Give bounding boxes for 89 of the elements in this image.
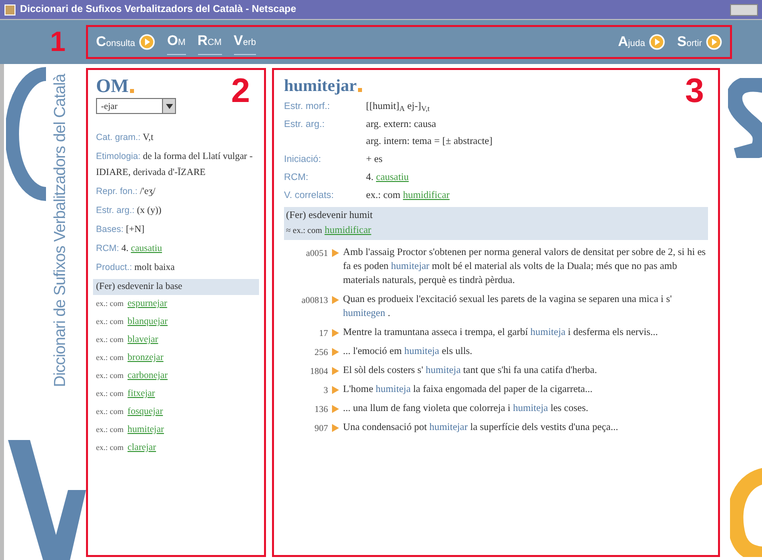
toolbar-button[interactable]: Sortir — [677, 30, 722, 54]
link[interactable]: humitejar — [128, 422, 164, 438]
vertical-title: Diccionari de Sufixos Verbalitzadors del Català — [52, 74, 70, 387]
field-value: [[humit]$_{A}$ ej-]$_{V,t}$ — [366, 100, 430, 114]
field-row-text: RCM: 4. causatiu — [96, 242, 164, 256]
window-title: Diccionari de Sufixos Verbalitzadors del Català - Netscape — [20, 3, 298, 17]
field-row-text: Etimologia: de la forma del Llatí vulgar -IDIARE, derivada d'-ĪZARE — [96, 150, 254, 180]
callout-number: 2 — [231, 74, 250, 108]
field-row-text: Estr. arg.: (x (y)) — [96, 204, 162, 218]
link[interactable]: blavejar — [128, 332, 158, 348]
triangle-bullet-icon — [332, 248, 339, 256]
callout-number: 3 — [685, 74, 704, 108]
field-value: + es — [366, 153, 382, 167]
field-label: Iniciació: — [284, 153, 322, 167]
link[interactable]: causatiu — [130, 244, 162, 254]
toolbar-tab[interactable]: Verb — [234, 29, 256, 55]
link[interactable]: humidificar — [324, 225, 372, 236]
sense-equivalent: ≈ ex.: com humidificar — [286, 224, 372, 238]
example-number: 1804 — [309, 364, 328, 378]
field-row-text: Bases: [+N] — [96, 223, 146, 237]
example-sentence: L'home humiteja la faixa engomada del paper de la cigarreta... — [343, 382, 592, 396]
dropdown-icon — [162, 99, 175, 113]
example-sentence: ... l'emoció em humiteja els ulls. — [343, 344, 472, 358]
link[interactable]: humidificar — [402, 190, 450, 201]
field-value: arg. extern: causa — [366, 118, 438, 132]
triangle-bullet-icon — [332, 404, 339, 412]
example-prefix: ex.: com — [96, 370, 124, 382]
example-number: 17 — [318, 326, 328, 340]
example-prefix: ex.: com — [96, 442, 124, 454]
example-prefix: ex.: com — [96, 424, 124, 436]
triangle-bullet-icon — [332, 386, 339, 394]
field-label: Estr. morf.: — [284, 100, 331, 114]
field-row-text: Product.: molt baixa — [96, 261, 176, 275]
example-sentence: El sòl dels costers s' humiteja tant que s'hi fa una catifa d'herba. — [343, 364, 597, 378]
toolbar-button[interactable]: Ajuda — [618, 30, 666, 54]
example-sentence: ... una llum de fang violeta que colorreja i humiteja les coses. — [343, 402, 588, 416]
bullet-icon — [358, 88, 362, 92]
window-controls[interactable] — [730, 4, 758, 16]
triangle-bullet-icon — [332, 366, 339, 374]
app-icon — [4, 4, 16, 16]
field-label: RCM: — [284, 171, 310, 185]
bullet-icon — [130, 89, 134, 93]
field-value: 4. causatiu — [366, 171, 409, 185]
link[interactable]: fitxejar — [128, 386, 155, 402]
link[interactable]: blanquejar — [128, 314, 168, 330]
link[interactable]: bronzejar — [128, 350, 164, 366]
example-prefix: ex.: com — [96, 406, 124, 418]
toolbar-tab[interactable]: RCM — [198, 29, 222, 55]
link[interactable]: carbonejar — [128, 368, 168, 384]
example-prefix: ex.: com — [96, 298, 124, 310]
example-number: 907 — [314, 422, 328, 434]
triangle-bullet-icon — [332, 424, 339, 432]
field-label: V. correlats: — [284, 189, 335, 203]
field-value: ex.: com humidificar — [366, 189, 450, 203]
link[interactable]: espurnejar — [128, 296, 168, 312]
example-sentence: Mentre la tramuntana asseca i trempa, el garbí humiteja i desferma els nervis... — [343, 326, 658, 340]
field-value: arg. intern: tema = [± abstracte] — [366, 135, 492, 149]
toolbar-tab[interactable]: OM — [167, 29, 186, 55]
toolbar-button[interactable]: Consulta — [96, 30, 156, 54]
example-number: 136 — [314, 402, 328, 416]
example-number: 256 — [314, 346, 328, 358]
callout-number: 1 — [50, 28, 67, 56]
link[interactable]: causatiu — [376, 172, 409, 183]
play-circle-icon — [139, 34, 156, 50]
example-number: a00813 — [300, 294, 328, 306]
example-prefix: ex.: com — [96, 352, 124, 364]
example-number: a0051 — [305, 246, 328, 260]
entry-title: humitejar — [284, 76, 357, 96]
triangle-bullet-icon — [332, 348, 339, 356]
triangle-bullet-icon — [332, 296, 339, 304]
play-circle-icon — [706, 34, 722, 50]
suffix-select[interactable]: -ejar — [96, 98, 176, 114]
link[interactable]: clarejar — [128, 440, 156, 456]
triangle-bullet-icon — [332, 328, 339, 336]
example-sentence: Una condensació pot humitejar la superfície dels vestits d'una peça... — [343, 420, 618, 434]
example-prefix: ex.: com — [96, 316, 124, 328]
field-row-text: Cat. gram.: V,t — [96, 131, 154, 145]
link[interactable]: fosquejar — [128, 404, 163, 420]
sense-highlight: (Fer) esdevenir la base — [93, 279, 259, 295]
entry-title: OM — [96, 76, 129, 98]
example-sentence: Amb l'assaig Proctor s'obtenen per norma general valors de densitat per sobre de 2, si hi es fa es poden humitejar molt bé el material als volts de la Duala; més que no pas amb materials naturals, perquè es tindrà pèrdua. — [343, 246, 707, 288]
sense-text: (Fer) esdevenir humit — [286, 209, 374, 223]
field-row-text: Repr. fon.: /'eʒ/ — [96, 185, 156, 199]
example-prefix: ex.: com — [96, 334, 124, 346]
example-prefix: ex.: com — [96, 388, 124, 400]
example-number: 3 — [322, 384, 328, 396]
example-sentence: Quan es produeix l'excitació sexual les parets de la vagina se separen una mica i s' humitegen . — [343, 292, 673, 320]
play-circle-icon — [649, 34, 666, 50]
field-label: Estr. arg.: — [284, 118, 326, 132]
